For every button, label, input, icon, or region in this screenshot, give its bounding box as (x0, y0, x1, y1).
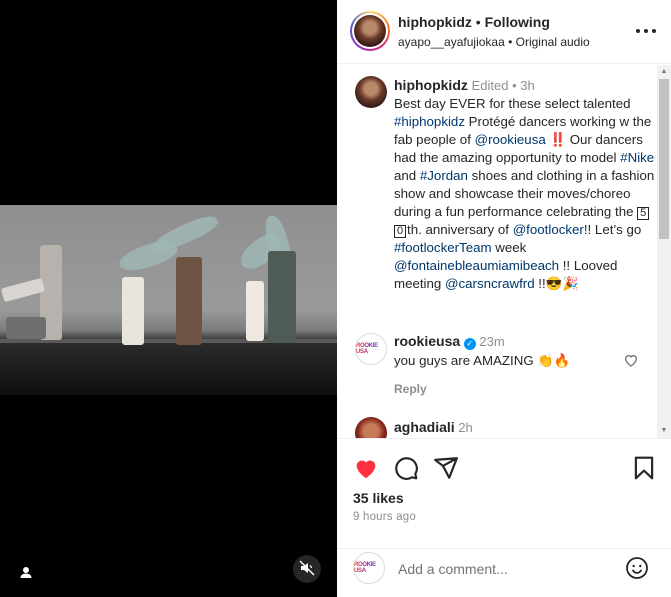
reply-button[interactable]: Reply (394, 382, 427, 396)
mention-link[interactable]: @carsncrawfrd (445, 276, 535, 291)
caption-text: th. anniversary of (407, 222, 513, 237)
scrollbar-thumb[interactable] (659, 79, 669, 239)
comment-icon[interactable] (393, 455, 419, 481)
action-bar: 35 likes 9 hours ago (337, 438, 671, 548)
stage-floor (0, 343, 337, 395)
mute-icon (299, 559, 315, 579)
caption-avatar[interactable] (355, 76, 387, 108)
side-panel: hiphopkidz • Following ayapo__ayafujioka… (337, 0, 671, 597)
comment-username[interactable]: aghadiali (394, 419, 455, 435)
dancer-figure (6, 317, 46, 339)
audio-author[interactable]: ayapo__ayafujiokaa (398, 35, 505, 49)
digit-box: 0 (394, 225, 406, 238)
video-frame[interactable] (0, 205, 337, 395)
comment-username[interactable]: rookieusa (394, 333, 460, 349)
comment-time[interactable]: 2h (458, 420, 472, 435)
hashtag-link[interactable]: #hiphopkidz (394, 114, 465, 129)
rookie-logo: ROOKIE USA (354, 553, 384, 583)
scroll-up-arrow[interactable]: ▲ (660, 68, 668, 76)
hashtag-link[interactable]: #Jordan (420, 168, 468, 183)
mention-link[interactable]: @rookieusa (475, 132, 546, 147)
caption-text: and (394, 168, 420, 183)
dancer-figure (246, 281, 264, 341)
separator: • (508, 78, 521, 93)
caption: hiphopkidz Edited • 3h Best day EVER for… (394, 76, 656, 293)
scroll-down-arrow[interactable]: ▼ (660, 427, 668, 435)
post-timestamp: 9 hours ago (353, 511, 416, 523)
caption-edited: Edited (471, 78, 509, 93)
comment-item: rookieusa ✓ 23m you guys are AMAZING 👏🔥 … (394, 333, 634, 396)
post-header: hiphopkidz • Following ayapo__ayafujioka… (337, 0, 671, 64)
header-subtitle: ayapo__ayafujiokaa • Original audio (398, 35, 590, 49)
dancer-figure (176, 257, 202, 345)
emoji-icon[interactable] (625, 556, 649, 580)
comment-avatar[interactable] (355, 417, 387, 438)
caption-text: !!😎🎉 (534, 276, 579, 291)
nike-swoosh-decor (149, 211, 221, 257)
dancer-figure (0, 277, 46, 303)
user-tag-icon[interactable] (14, 561, 38, 585)
digit-box: 5 (637, 207, 650, 220)
verified-icon: ✓ (463, 338, 476, 350)
dancer-figure (122, 277, 144, 345)
caption-text: week (491, 240, 527, 255)
mention-link[interactable]: @footlocker (513, 222, 584, 237)
separator: • (471, 14, 485, 30)
heart-outline-icon[interactable] (623, 352, 639, 368)
hashtag-link[interactable]: #footlockerTeam (394, 240, 492, 255)
header-title: hiphopkidz • Following (398, 14, 550, 30)
comment-input[interactable] (398, 559, 608, 579)
mute-button[interactable] (293, 555, 321, 583)
share-icon[interactable] (433, 455, 459, 481)
mention-link[interactable]: @fontainebleaumiamibeach (394, 258, 559, 273)
avatar-image (354, 15, 386, 47)
caption-time[interactable]: 3h (520, 78, 534, 93)
comment-time[interactable]: 23m (479, 334, 504, 349)
separator: • (504, 35, 516, 49)
media-pane[interactable] (0, 0, 337, 597)
caption-text: !! Let’s go (583, 222, 642, 237)
comments-scroll-area[interactable]: hiphopkidz Edited • 3h Best day EVER for… (337, 65, 671, 438)
author-avatar[interactable] (350, 11, 390, 51)
bookmark-icon[interactable] (631, 455, 657, 481)
dancer-figure (268, 251, 296, 343)
following-button[interactable]: Following (485, 14, 550, 30)
more-icon[interactable] (635, 22, 659, 42)
caption-username[interactable]: hiphopkidz (394, 77, 468, 93)
comment-text: you guys are AMAZING 👏🔥 (394, 353, 571, 368)
add-comment-bar: ROOKIE USA (337, 548, 671, 597)
heart-filled-icon[interactable] (353, 455, 379, 481)
like-count[interactable]: 35 likes (353, 490, 404, 506)
caption-text: Best day EVER for these select talented (394, 96, 631, 111)
current-user-avatar: ROOKIE USA (353, 552, 385, 584)
post-dialog: hiphopkidz • Following ayapo__ayafujioka… (0, 0, 671, 597)
author-username[interactable]: hiphopkidz (398, 14, 472, 30)
hashtag-link[interactable]: #Nike (620, 150, 654, 165)
scrollbar[interactable]: ▲ ▼ (657, 65, 671, 438)
rookie-logo: ROOKIE USA (356, 334, 386, 364)
comment-item: aghadiali 2h (394, 419, 634, 435)
audio-link[interactable]: Original audio (516, 35, 590, 49)
comment-avatar[interactable]: ROOKIE USA (355, 333, 387, 365)
